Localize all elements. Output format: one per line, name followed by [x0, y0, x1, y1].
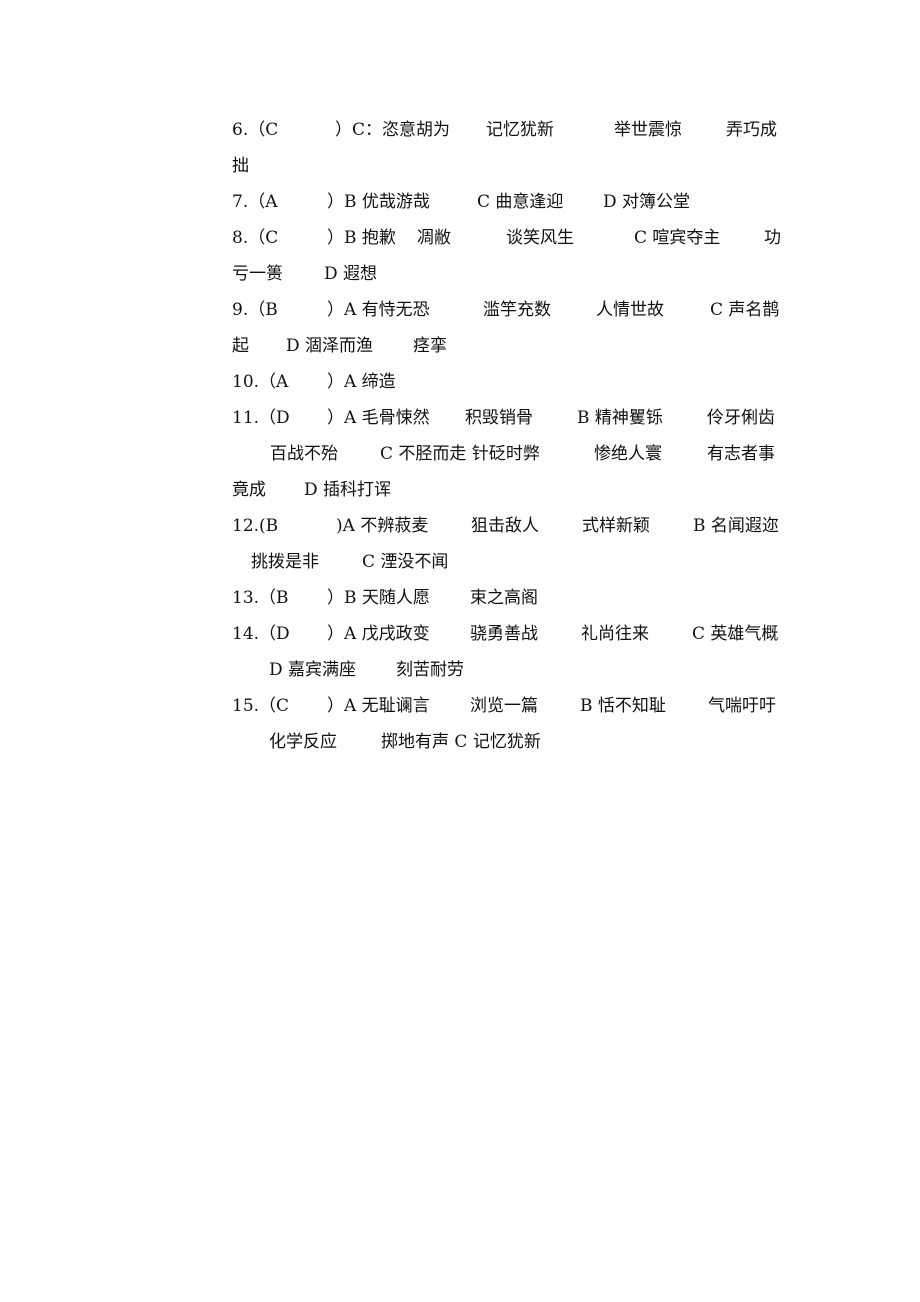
item-15-option: 掷地有声 C 记忆犹新	[381, 732, 541, 752]
item-11-option: D 插科打诨	[304, 480, 392, 500]
item-6-option: 弄巧成	[726, 120, 777, 140]
item-13-line-1: 13.（B ）B 天随人愿 束之高阁	[232, 587, 538, 609]
item-8-option: D 遐想	[324, 264, 378, 284]
item-12-option: C 湮没不闻	[362, 552, 449, 572]
item-14-line-1: 14.（D ）A 戊戌政变 骁勇善战 礼尚往来 C 英雄气概	[232, 623, 778, 645]
item-12-answer: 12.(B	[232, 516, 279, 536]
item-8-line-1: 8.（C ）B 抱歉 凋敝 谈笑风生 C 喧宾夺主 功	[232, 227, 781, 249]
document-page: 6.（C ）C：恣意胡为 记忆犹新 举世震惊 弄巧成 拙 7.（A ）B 优哉游…	[0, 0, 920, 1302]
item-6-option: 举世震惊	[614, 120, 682, 140]
item-14-option: 骁勇善战	[470, 624, 538, 644]
item-10-option: ）A 缔造	[327, 372, 396, 392]
item-6-option: ）C：恣意胡为	[335, 120, 451, 140]
item-14-option: C 英雄气概	[692, 624, 779, 644]
item-8-option: 凋敝	[417, 228, 451, 248]
item-6-option: 记忆犹新	[486, 120, 554, 140]
item-12-option: 挑拨是非	[251, 552, 319, 572]
item-14-option: 礼尚往来	[581, 624, 649, 644]
item-15-option: ）A 无耻谰言	[327, 696, 430, 716]
item-6-answer: 6.（C	[232, 120, 279, 140]
item-7-line-1: 7.（A ）B 优哉游哉 C 曲意逢迎 D 对簿公堂	[232, 191, 690, 213]
item-14-line-2: D 嘉宾满座 刻苦耐劳	[232, 659, 464, 681]
item-10-answer: 10.（A	[232, 372, 289, 392]
item-7-answer: 7.（A	[232, 192, 278, 212]
item-14-option: 刻苦耐劳	[396, 660, 464, 680]
item-11-option: 有志者事	[707, 444, 775, 464]
item-13-answer: 13.（B	[232, 588, 289, 608]
item-6-line-2: 拙	[232, 155, 254, 177]
item-9-option: ）A 有恃无恐	[327, 300, 430, 320]
item-6-line-1: 6.（C ）C：恣意胡为 记忆犹新 举世震惊 弄巧成	[232, 119, 777, 141]
item-8-line-2: 亏一篑 D 遐想	[232, 263, 377, 285]
item-9-answer: 9.（B	[232, 300, 278, 320]
item-11-option: 百战不殆	[270, 444, 338, 464]
item-8-option: ）B 抱歉	[327, 228, 396, 248]
item-14-answer: 14.（D	[232, 624, 290, 644]
item-11-option: 积毁销骨	[465, 408, 533, 428]
item-11-line-2: 百战不殆 C 不胫而走 针砭时弊 惨绝人寰 有志者事	[232, 443, 775, 465]
item-10-line-1: 10.（A ）A 缔造	[232, 371, 396, 393]
item-11-line-1: 11.（D ）A 毛骨悚然 积毁销骨 B 精神矍铄 伶牙俐齿	[232, 407, 775, 429]
item-9-option: D 涸泽而渔	[286, 336, 374, 356]
item-13-option: 束之高阁	[470, 588, 538, 608]
item-7-option: D 对簿公堂	[603, 192, 691, 212]
item-11-option: 伶牙俐齿	[707, 408, 775, 428]
item-9-option: 起	[232, 336, 249, 356]
item-14-option: ）A 戊戌政变	[327, 624, 430, 644]
item-8-option: C 喧宾夺主	[634, 228, 721, 248]
item-14-option: D 嘉宾满座	[269, 660, 357, 680]
item-11-option: 竟成	[232, 480, 266, 500]
item-11-answer: 11.（D	[232, 408, 290, 428]
item-9-option: 人情世故	[596, 300, 664, 320]
item-11-option: C 不胫而走 针砭时弊	[380, 444, 540, 464]
item-9-option: 痉挛	[413, 336, 447, 356]
item-12-option: B 名闻遐迩	[693, 516, 779, 536]
item-11-option: B 精神矍铄	[577, 408, 663, 428]
item-15-line-1: 15.（C ）A 无耻谰言 浏览一篇 B 恬不知耻 气喘吁吁	[232, 695, 776, 717]
item-9-option: C 声名鹊	[710, 300, 780, 320]
item-12-option: 式样新颖	[582, 516, 650, 536]
item-12-line-2: 挑拨是非 C 湮没不闻	[232, 551, 448, 573]
item-12-option: 狙击敌人	[471, 516, 539, 536]
item-15-option: B 恬不知耻	[580, 696, 666, 716]
item-8-option: 功	[764, 228, 781, 248]
item-13-option: ）B 天随人愿	[327, 588, 430, 608]
item-9-option: 滥竽充数	[483, 300, 551, 320]
item-15-option: 气喘吁吁	[708, 696, 776, 716]
item-11-line-3: 竟成 D 插科打诨	[232, 479, 391, 501]
item-12-line-1: 12.(B )A 不辨菽麦 狙击敌人 式样新颖 B 名闻遐迩	[232, 515, 779, 537]
item-7-option: ）B 优哉游哉	[327, 192, 430, 212]
item-15-line-2: 化学反应 掷地有声 C 记忆犹新	[232, 731, 541, 753]
item-8-answer: 8.（C	[232, 228, 279, 248]
item-11-option: ）A 毛骨悚然	[327, 408, 430, 428]
item-15-answer: 15.（C	[232, 696, 290, 716]
item-8-option: 谈笑风生	[506, 228, 574, 248]
item-6-option: 拙	[232, 156, 249, 176]
item-8-option: 亏一篑	[232, 264, 283, 284]
item-12-option: )A 不辨菽麦	[336, 516, 429, 536]
item-9-line-2: 起 D 涸泽而渔 痉挛	[232, 335, 447, 357]
item-15-option: 浏览一篇	[470, 696, 538, 716]
item-9-line-1: 9.（B ）A 有恃无恐 滥竽充数 人情世故 C 声名鹊	[232, 299, 779, 321]
item-15-option: 化学反应	[269, 732, 337, 752]
item-11-option: 惨绝人寰	[594, 444, 662, 464]
item-7-option: C 曲意逢迎	[477, 192, 564, 212]
